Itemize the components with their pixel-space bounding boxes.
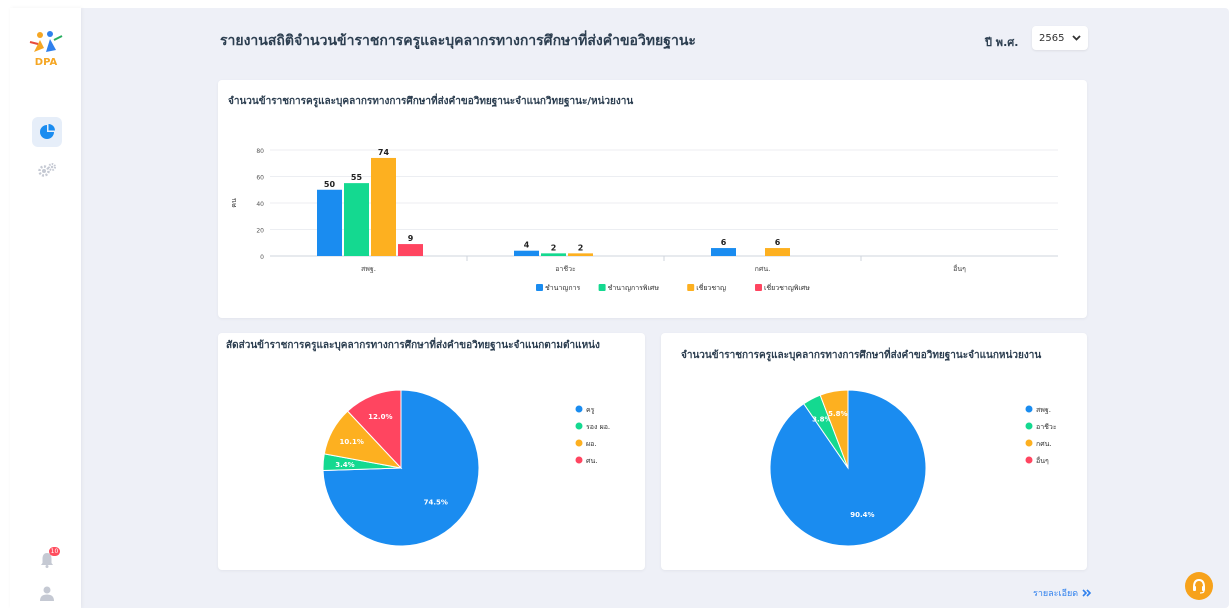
- legend-label: อื่นๆ: [1036, 456, 1049, 465]
- y-tick-label: 40: [256, 201, 264, 208]
- legend-label: สพฐ.: [1036, 406, 1051, 414]
- slice-label: 12.0%: [368, 413, 392, 421]
- legend-swatch: [536, 284, 543, 291]
- logo-figures-icon: [29, 31, 63, 52]
- y-tick-label: 60: [256, 175, 264, 182]
- bar: [568, 253, 593, 256]
- bar: [398, 244, 423, 256]
- bar: [514, 250, 539, 256]
- bar-chart-card: จำนวนข้าราชการครูและบุคลากรทางการศึกษาที…: [218, 80, 1087, 318]
- slice-label: 10.1%: [340, 438, 364, 446]
- legend-label: อาชีวะ: [1036, 423, 1057, 431]
- data-label: 50: [324, 180, 336, 189]
- nav-notifications[interactable]: 10: [32, 545, 62, 575]
- user-icon: [40, 586, 54, 601]
- legend-dot: [575, 456, 583, 464]
- legend-swatch: [687, 284, 695, 291]
- dpa-logo[interactable]: DPA: [26, 30, 66, 68]
- nav-dashboard[interactable]: [32, 117, 62, 147]
- slice-label: 74.5%: [424, 499, 448, 507]
- bar: [711, 248, 736, 256]
- legend-label: ชำนาญการ: [545, 284, 581, 292]
- legend-dot: [1025, 422, 1033, 430]
- detail-link[interactable]: รายละเอียด: [1033, 586, 1092, 600]
- legend-label: เชี่ยวชาญพิเศษ: [764, 283, 810, 292]
- legend-label: ครู: [586, 406, 595, 414]
- pie-chart-icon: [40, 124, 55, 139]
- year-select[interactable]: 2565: [1032, 26, 1088, 50]
- data-label: 2: [551, 243, 557, 252]
- x-tick-label: กศน.: [755, 265, 771, 273]
- chevron-down-icon: [1072, 35, 1081, 41]
- year-label: ปี พ.ศ.: [985, 36, 1019, 49]
- data-label: 74: [378, 148, 390, 157]
- double-chevron-right-icon: [1082, 589, 1092, 597]
- bar: [371, 157, 396, 256]
- sidebar: DPA 10: [10, 8, 81, 608]
- x-tick-label: อาชีวะ: [555, 265, 576, 273]
- headset-icon: [1193, 578, 1205, 594]
- legend-label: รอง ผอ.: [586, 423, 610, 431]
- data-label: 6: [721, 238, 727, 247]
- page-title: รายงานสถิติจำนวนข้าราชการครูและบุคลากรทา…: [220, 33, 696, 49]
- nav-settings[interactable]: [32, 155, 62, 185]
- data-label: 55: [351, 173, 363, 182]
- bar: [317, 189, 342, 256]
- position-pie-chart: 74.5% 3.4% 10.1% 12.0% ครูรอง ผอ. ผอ. ศน.: [322, 389, 610, 547]
- position-pie-card: สัดส่วนข้าราชการครูและบุคลากรทางการศึกษา…: [218, 333, 645, 570]
- bar: [765, 248, 790, 256]
- help-button[interactable]: [1185, 572, 1213, 600]
- legend-dot: [1025, 456, 1033, 464]
- legend-dot: [575, 405, 583, 413]
- y-tick-label: 20: [256, 228, 264, 235]
- legend-swatch: [598, 284, 606, 291]
- detail-link-label: รายละเอียด: [1033, 589, 1079, 599]
- y-axis-label: คน: [230, 198, 238, 208]
- bar: [344, 183, 369, 256]
- legend-dot: [1025, 439, 1033, 447]
- unit-pie-chart: 90.4%3.8%5.8% สพฐ.อาชีวะกศน.อื่นๆ: [769, 389, 1057, 547]
- y-tick-label: 0: [260, 254, 264, 261]
- data-label: 4: [524, 241, 530, 250]
- slice-label: 5.8%: [828, 410, 847, 418]
- data-label: 9: [408, 234, 414, 243]
- bar-chart: 0 20 40 60 80 คนสพฐ. 50 55 74 9 อาชีวะ 4 2 2 กศน. 6 6 อื่…: [230, 148, 1058, 292]
- unit-pie-card: จำนวนข้าราชการครูและบุคลากรทางการศึกษาที…: [661, 333, 1087, 570]
- data-label: 6: [775, 238, 781, 247]
- legend-dot: [575, 422, 583, 430]
- slice-label: 3.4%: [335, 461, 354, 469]
- logo-text: DPA: [34, 57, 58, 68]
- legend-label: เชี่ยวชาญ: [696, 283, 726, 292]
- legend-dot: [1025, 405, 1033, 413]
- nav-profile[interactable]: [32, 578, 62, 608]
- legend-label: ชำนาญการพิเศษ: [608, 284, 660, 292]
- x-tick-label: อื่นๆ: [953, 264, 966, 273]
- legend-dot: [575, 439, 583, 447]
- legend-label: ผอ.: [586, 440, 597, 448]
- data-label: 2: [578, 243, 584, 252]
- legend-label: ศน.: [586, 457, 597, 465]
- legend-swatch: [755, 284, 762, 291]
- y-tick-label: 80: [256, 148, 264, 155]
- x-tick-label: สพฐ.: [361, 265, 376, 273]
- gears-icon: [38, 163, 56, 177]
- bar: [541, 253, 566, 256]
- legend-label: กศน.: [1036, 440, 1052, 448]
- notification-badge: 10: [49, 547, 60, 556]
- year-select-value: 2565: [1039, 32, 1065, 44]
- slice-label: 90.4%: [850, 511, 874, 519]
